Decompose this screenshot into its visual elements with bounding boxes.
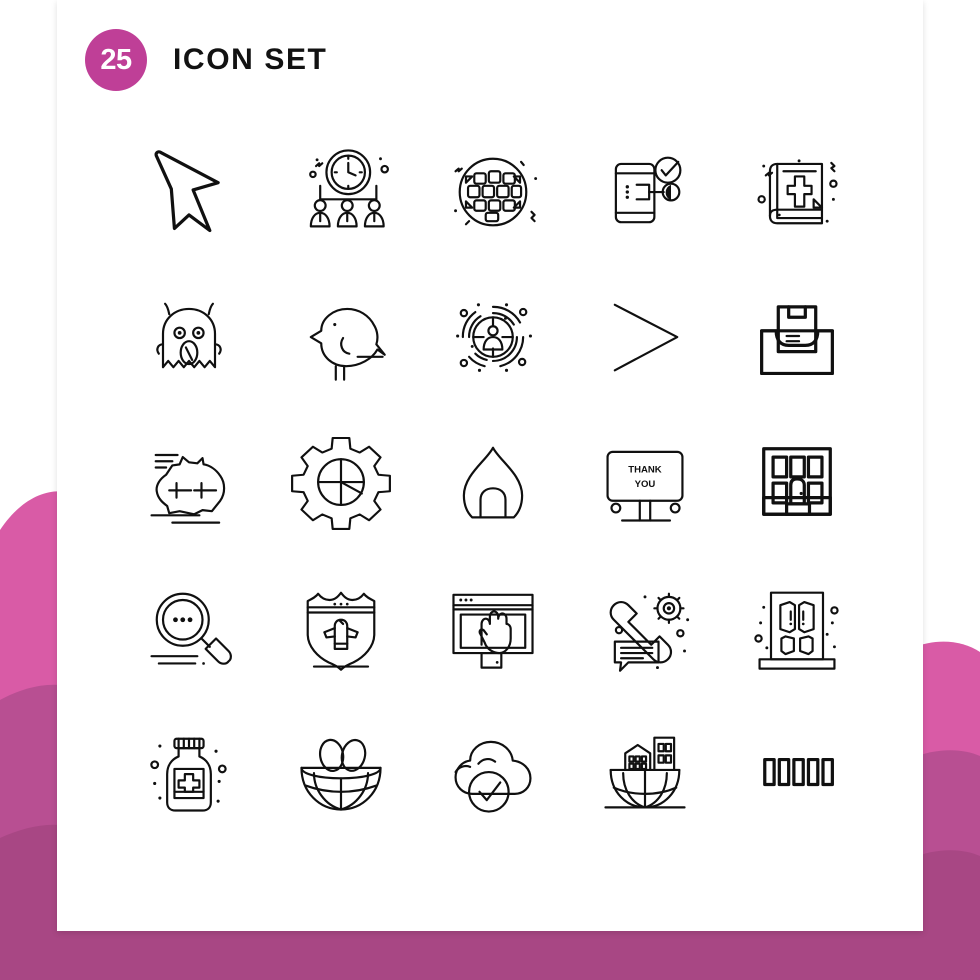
apartment-building-icon — [762, 446, 832, 516]
icon-cell-hut-dome[interactable] — [417, 408, 569, 553]
phone-support-gear-icon — [609, 592, 690, 672]
icon-cell-holy-bible[interactable] — [721, 118, 873, 263]
billboard-line1: THANK — [628, 464, 662, 475]
icon-set-card: 25 ICON SET THANK YOU — [57, 0, 923, 931]
medicine-bottle-icon — [150, 737, 227, 812]
icon-cell-apartment-building[interactable] — [721, 408, 873, 553]
hut-dome-icon — [462, 446, 524, 518]
ghost-monster-icon — [156, 302, 222, 368]
waffle-grid-circle-icon — [454, 157, 538, 226]
icon-cell-bird[interactable] — [265, 263, 417, 408]
icon-cell-medicine-bottle[interactable] — [113, 698, 265, 843]
icon-cell-clock-team[interactable] — [265, 118, 417, 263]
icon-cell-double-door[interactable] — [721, 553, 873, 698]
icon-cell-bar-code[interactable] — [721, 698, 873, 843]
thank-you-billboard-icon: THANK YOU — [606, 450, 684, 522]
icon-cell-global-city[interactable] — [569, 698, 721, 843]
poster-header: 25 ICON SET — [57, 0, 923, 120]
user-target-icon — [456, 302, 532, 372]
icon-cell-ghost-monster[interactable] — [113, 263, 265, 408]
cloud-check-icon — [454, 740, 532, 813]
icon-cell-arrow-cursor[interactable] — [113, 118, 265, 263]
icon-cell-browser-hand[interactable] — [417, 553, 569, 698]
icon-cell-nest-eggs[interactable] — [265, 698, 417, 843]
package-tray-icon — [760, 304, 834, 375]
icon-cell-waffle-grid-circle[interactable] — [417, 118, 569, 263]
icon-cell-magnifier-search[interactable] — [113, 553, 265, 698]
poster-canvas: 25 ICON SET THANK YOU — [0, 0, 980, 980]
icon-cell-thank-you-billboard[interactable]: THANK YOU — [569, 408, 721, 553]
icon-cell-chevron-right[interactable] — [569, 263, 721, 408]
clock-team-icon — [309, 148, 389, 227]
global-city-icon — [604, 736, 686, 808]
page-title: ICON SET — [173, 43, 328, 76]
bird-icon — [309, 307, 386, 381]
gear-settings-icon — [291, 436, 391, 530]
icon-grid: THANK YOU — [113, 118, 873, 843]
billboard-line2: YOU — [635, 479, 656, 490]
mobile-verified-icon — [614, 156, 682, 223]
arrow-cursor-icon — [154, 149, 220, 232]
icon-count-badge: 25 — [85, 29, 147, 91]
bar-code-icon — [763, 757, 834, 786]
icon-cell-package-tray[interactable] — [721, 263, 873, 408]
icon-cell-cloud-check[interactable] — [417, 698, 569, 843]
icon-cell-police-badge[interactable] — [265, 553, 417, 698]
browser-hand-icon — [452, 593, 534, 669]
holy-bible-icon — [757, 158, 838, 224]
icon-cell-australia-map[interactable] — [113, 408, 265, 553]
icon-cell-user-target[interactable] — [417, 263, 569, 408]
chevron-right-icon — [613, 303, 679, 371]
double-door-icon — [754, 591, 839, 670]
icon-cell-mobile-verified[interactable] — [569, 118, 721, 263]
nest-eggs-icon — [300, 738, 382, 811]
icon-cell-phone-support-gear[interactable] — [569, 553, 721, 698]
australia-map-icon — [150, 453, 226, 524]
icon-cell-gear-settings[interactable] — [265, 408, 417, 553]
magnifier-search-icon — [150, 592, 232, 665]
police-badge-icon — [306, 591, 376, 671]
